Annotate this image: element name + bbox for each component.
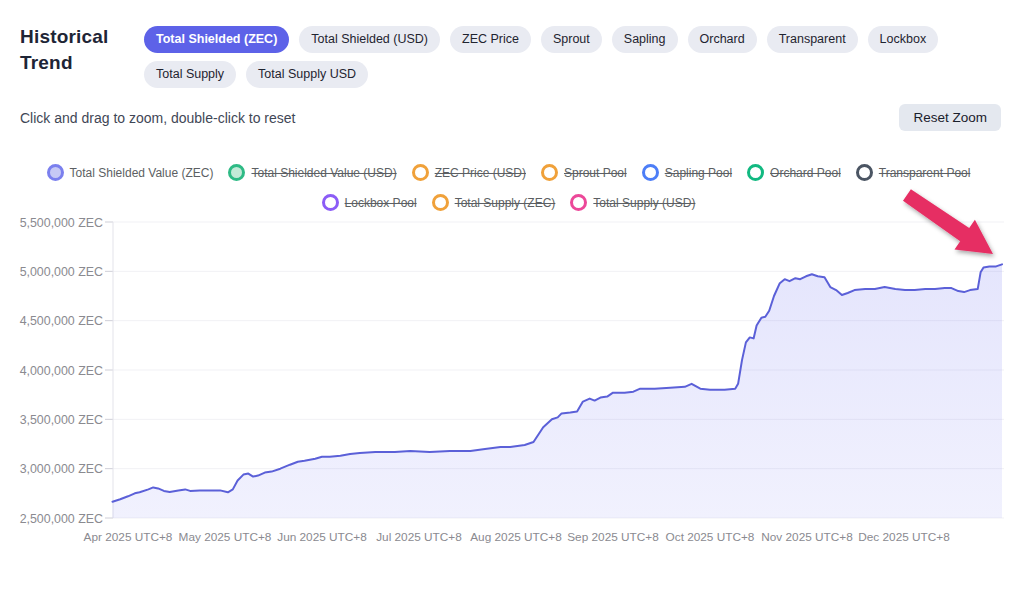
- legend-item-label: Total Shielded Value (ZEC): [70, 166, 214, 180]
- legend-marker-icon: [412, 164, 429, 181]
- legend-item-total-shielded-value-usd[interactable]: Total Shielded Value (USD): [228, 164, 396, 181]
- y-axis-tick-label: 4,000,000 ZEC: [20, 364, 103, 378]
- legend-marker-icon: [322, 194, 339, 211]
- chart-plot-area[interactable]: 2,500,000 ZEC 3,000,000 ZEC 3,500,000 ZEC 4…: [0, 0, 1017, 593]
- legend-marker-icon: [432, 194, 449, 211]
- legend-item-label: Total Shielded Value (USD): [251, 166, 396, 180]
- legend-item-total-shielded-value-zec[interactable]: Total Shielded Value (ZEC): [47, 164, 214, 181]
- y-axis-tick-label: 4,500,000 ZEC: [20, 314, 103, 328]
- legend-item-sapling-pool[interactable]: Sapling Pool: [642, 164, 732, 181]
- x-axis-tick-label: Aug 2025 UTC+8: [470, 530, 562, 544]
- x-axis-tick-label: Nov 2025 UTC+8: [761, 530, 853, 544]
- legend-item-label: Sapling Pool: [665, 166, 732, 180]
- x-axis-tick-label: Sep 2025 UTC+8: [567, 530, 659, 544]
- legend-marker-icon: [541, 164, 558, 181]
- y-axis-tick-label: 5,000,000 ZEC: [20, 265, 103, 279]
- x-axis-tick-label: Apr 2025 UTC+8: [84, 530, 173, 544]
- legend-item-transparent-pool[interactable]: Transparent Pool: [856, 164, 971, 181]
- legend-marker-icon: [856, 164, 873, 181]
- x-axis-tick-label: May 2025 UTC+8: [179, 530, 272, 544]
- legend-item-label: Lockbox Pool: [345, 196, 417, 210]
- historical-trend-panel: Historical Trend Total Shielded (ZEC)Tot…: [0, 0, 1017, 593]
- legend-item-label: Total Supply (ZEC): [455, 196, 556, 210]
- legend-item-label: Total Supply (USD): [593, 196, 695, 210]
- legend-marker-icon: [47, 164, 64, 181]
- legend-item-total-supply-usd[interactable]: Total Supply (USD): [570, 194, 695, 211]
- legend-marker-icon: [570, 194, 587, 211]
- x-axis-tick-label: Oct 2025 UTC+8: [666, 530, 755, 544]
- legend-item-label: Sprout Pool: [564, 166, 627, 180]
- area-fill: [113, 264, 1003, 518]
- x-axis-tick-label: Jul 2025 UTC+8: [376, 530, 462, 544]
- y-axis-tick-label: 3,500,000 ZEC: [20, 413, 103, 427]
- x-axis-tick-label: Dec 2025 UTC+8: [858, 530, 950, 544]
- legend-item-orchard-pool[interactable]: Orchard Pool: [747, 164, 841, 181]
- legend-marker-icon: [228, 164, 245, 181]
- y-axis-tick-label: 3,000,000 ZEC: [20, 462, 103, 476]
- chart-legend: Total Shielded Value (ZEC) Total Shielded…: [0, 164, 1017, 211]
- legend-item-label: Transparent Pool: [879, 166, 971, 180]
- legend-row: Total Shielded Value (ZEC) Total Shielded…: [47, 164, 971, 181]
- legend-marker-icon: [747, 164, 764, 181]
- x-axis-tick-label: Jun 2025 UTC+8: [277, 530, 367, 544]
- y-axis-tick-label: 5,500,000 ZEC: [20, 216, 103, 230]
- legend-item-lockbox-pool[interactable]: Lockbox Pool: [322, 194, 417, 211]
- legend-row: Lockbox Pool Total Supply (ZEC) Total Supp…: [322, 194, 696, 211]
- legend-item-label: ZEC Price (USD): [435, 166, 526, 180]
- y-axis-tick-label: 2,500,000 ZEC: [20, 512, 103, 526]
- legend-item-zec-price-usd[interactable]: ZEC Price (USD): [412, 164, 526, 181]
- legend-item-label: Orchard Pool: [770, 166, 841, 180]
- legend-item-total-supply-zec[interactable]: Total Supply (ZEC): [432, 194, 556, 211]
- legend-item-sprout-pool[interactable]: Sprout Pool: [541, 164, 627, 181]
- legend-marker-icon: [642, 164, 659, 181]
